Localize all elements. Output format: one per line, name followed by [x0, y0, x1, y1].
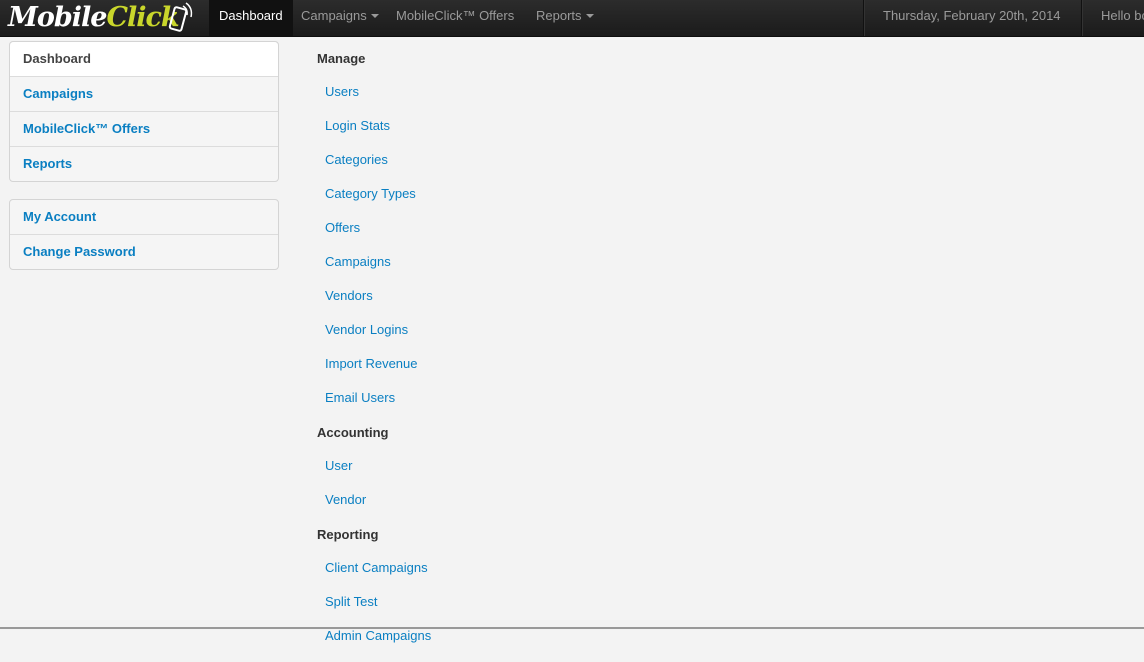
sidebar-item-reports[interactable]: Reports	[10, 146, 278, 181]
nav-offers-label: MobileClick™ Offers	[396, 8, 515, 23]
sidebar-item-change-password[interactable]: Change Password	[10, 234, 278, 269]
chevron-down-icon	[585, 13, 594, 18]
main-content: Manage Users Login Stats Categories Cate…	[317, 50, 1117, 643]
accounting-link-list: User Vendor	[317, 442, 389, 526]
nav-offers[interactable]: MobileClick™ Offers	[396, 0, 514, 36]
phone-icon	[168, 2, 193, 32]
link-categories[interactable]: Categories	[317, 143, 1117, 177]
section-heading: Accounting	[317, 425, 389, 440]
section-reporting: Reporting Client Campaigns Split Test Ad…	[317, 526, 431, 662]
link-users[interactable]: Users	[317, 75, 1117, 109]
chevron-down-icon	[370, 13, 379, 18]
sidebar-account-nav: My Account Change Password	[9, 199, 279, 270]
current-date: Thursday, February 20th, 2014	[883, 8, 1061, 23]
brand-logo[interactable]: MobileClick	[8, 0, 198, 36]
nav-campaigns-label: Campaigns	[301, 8, 367, 23]
link-campaigns[interactable]: Campaigns	[317, 245, 1117, 279]
link-offers[interactable]: Offers	[317, 211, 1117, 245]
nav-divider	[863, 0, 865, 36]
link-split-test[interactable]: Split Test	[317, 585, 431, 619]
link-email-users[interactable]: Email Users	[317, 381, 1117, 415]
sidebar-item-dashboard[interactable]: Dashboard	[10, 42, 278, 76]
link-vendor-logins[interactable]: Vendor Logins	[317, 313, 1117, 347]
nav-reports[interactable]: Reports	[536, 0, 594, 36]
nav-dashboard[interactable]: Dashboard	[209, 0, 293, 36]
nav-campaigns[interactable]: Campaigns	[301, 0, 379, 36]
link-import-revenue[interactable]: Import Revenue	[317, 347, 1117, 381]
sidebar-main-nav: Dashboard Campaigns MobileClick™ Offers …	[9, 41, 279, 182]
link-client-campaigns[interactable]: Client Campaigns	[317, 551, 431, 585]
nav-dashboard-label: Dashboard	[219, 8, 283, 23]
nav-divider	[1081, 0, 1083, 36]
link-vendor[interactable]: Vendor	[317, 483, 389, 517]
nav-reports-label: Reports	[536, 8, 582, 23]
link-category-types[interactable]: Category Types	[317, 177, 1117, 211]
link-user[interactable]: User	[317, 449, 389, 483]
link-admin-campaigns[interactable]: Admin Campaigns	[317, 619, 431, 653]
brand-mobile-text: Mobile	[8, 2, 107, 33]
section-heading: Reporting	[317, 527, 379, 542]
sidebar-item-offers[interactable]: MobileClick™ Offers	[10, 111, 278, 146]
link-vendors[interactable]: Vendors	[317, 279, 1117, 313]
sidebar-item-campaigns[interactable]: Campaigns	[10, 76, 278, 111]
section-heading: Manage	[317, 51, 366, 66]
section-accounting: Accounting User Vendor	[317, 424, 389, 526]
manage-link-list: Users Login Stats Categories Category Ty…	[317, 68, 1117, 424]
top-navbar: MobileClick Dashboard Campaigns MobileCl…	[0, 0, 1144, 37]
link-login-stats[interactable]: Login Stats	[317, 109, 1117, 143]
section-manage: Manage Users Login Stats Categories Cate…	[317, 50, 1117, 424]
reporting-link-list: Client Campaigns Split Test Admin Campai…	[317, 544, 431, 662]
user-greeting[interactable]: Hello bo	[1101, 0, 1144, 31]
sidebar-item-my-account[interactable]: My Account	[10, 200, 278, 234]
